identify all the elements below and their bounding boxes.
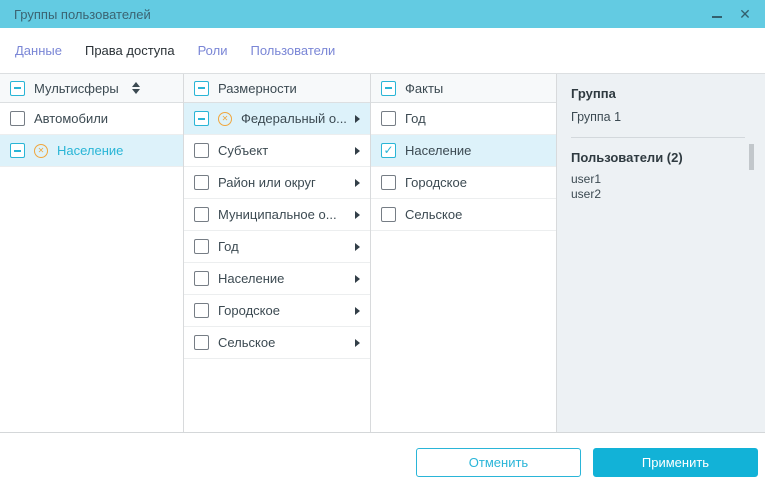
tab-bar: Данные Права доступа Роли Пользователи [0,28,765,73]
table-row[interactable]: Население [371,135,556,167]
column-title: Факты [405,81,443,96]
sort-asc-icon [132,82,140,87]
list-item: user1 [571,172,751,187]
table-row[interactable]: Год [371,103,556,135]
excluded-icon: ✕ [34,144,48,158]
divider [571,137,745,138]
row-checkbox[interactable] [194,143,209,158]
row-checkbox[interactable] [194,271,209,286]
multispheres-column: Мультисферы Автомобили ✕ Население [0,74,184,432]
select-all-checkbox[interactable] [381,81,396,96]
cancel-button[interactable]: Отменить [416,448,581,477]
access-rights-content: Мультисферы Автомобили ✕ Население Разме… [0,73,765,433]
table-row[interactable]: Население [184,263,370,295]
dialog-footer: Отменить Применить [0,433,765,492]
tab-roles[interactable]: Роли [198,43,228,58]
row-checkbox[interactable] [10,143,25,158]
expand-arrow-icon[interactable] [355,115,360,123]
expand-arrow-icon[interactable] [355,211,360,219]
row-label: Население [218,271,284,286]
group-details-panel: Группа Группа 1 Пользователи (2) user1 u… [557,74,765,432]
table-row[interactable]: Городское [184,295,370,327]
group-label: Группа [571,86,751,101]
facts-column: Факты Год Население Городское Сельское [371,74,557,432]
row-label: Сельское [218,335,275,350]
select-all-checkbox[interactable] [10,81,25,96]
table-row[interactable]: Автомобили [0,103,183,135]
facts-header[interactable]: Факты [371,74,556,103]
expand-arrow-icon[interactable] [355,179,360,187]
row-label: Автомобили [34,111,108,126]
row-label: Городское [405,175,467,190]
column-title: Размерности [218,81,297,96]
sort-icon[interactable] [132,82,140,94]
row-checkbox[interactable] [381,175,396,190]
users-label: Пользователи (2) [571,150,751,165]
dimensions-column: Размерности ✕ Федеральный о... Субъект Р… [184,74,371,432]
row-checkbox[interactable] [194,239,209,254]
row-label: Район или округ [218,175,316,190]
window-controls: ✕ [705,3,757,25]
table-row[interactable]: ✕ Население [0,135,183,167]
row-label: Муниципальное о... [218,207,337,222]
table-row[interactable]: Год [184,231,370,263]
expand-arrow-icon[interactable] [355,147,360,155]
tab-access-rights[interactable]: Права доступа [85,43,175,58]
table-row[interactable]: Сельское [184,327,370,359]
titlebar: Группы пользователей ✕ [0,0,765,28]
multispheres-header[interactable]: Мультисферы [0,74,183,103]
expand-arrow-icon[interactable] [355,307,360,315]
excluded-icon: ✕ [218,112,232,126]
users-list: user1 user2 [571,172,751,202]
row-checkbox[interactable] [194,303,209,318]
expand-arrow-icon[interactable] [355,339,360,347]
list-item: user2 [571,187,751,202]
table-row[interactable]: ✕ Федеральный о... [184,103,370,135]
row-checkbox[interactable] [381,143,396,158]
column-title: Мультисферы [34,81,119,96]
table-row[interactable]: Муниципальное о... [184,199,370,231]
tab-users[interactable]: Пользователи [250,43,335,58]
row-label: Население [405,143,471,158]
table-row[interactable]: Городское [371,167,556,199]
close-button[interactable]: ✕ [733,3,757,25]
sort-desc-icon [132,89,140,94]
row-label: Городское [218,303,280,318]
group-name: Группа 1 [571,110,751,124]
row-label: Население [57,143,123,158]
row-checkbox[interactable] [194,175,209,190]
row-label: Год [405,111,426,126]
table-row[interactable]: Район или округ [184,167,370,199]
row-checkbox[interactable] [10,111,25,126]
row-checkbox[interactable] [194,207,209,222]
user-groups-dialog: Группы пользователей ✕ Данные Права дост… [0,0,765,492]
expand-arrow-icon[interactable] [355,243,360,251]
row-checkbox[interactable] [381,207,396,222]
minimize-button[interactable] [705,3,729,25]
row-label: Год [218,239,239,254]
minimize-icon [712,16,722,18]
apply-button[interactable]: Применить [593,448,758,477]
close-icon: ✕ [739,7,751,21]
expand-arrow-icon[interactable] [355,275,360,283]
row-checkbox[interactable] [381,111,396,126]
row-label: Субъект [218,143,268,158]
window-title: Группы пользователей [14,7,151,22]
row-label: Федеральный о... [241,111,346,126]
select-all-checkbox[interactable] [194,81,209,96]
table-row[interactable]: Субъект [184,135,370,167]
tab-data[interactable]: Данные [15,43,62,58]
scrollbar-thumb[interactable] [749,144,754,170]
row-label: Сельское [405,207,462,222]
table-row[interactable]: Сельское [371,199,556,231]
dimensions-header[interactable]: Размерности [184,74,370,103]
row-checkbox[interactable] [194,111,209,126]
row-checkbox[interactable] [194,335,209,350]
